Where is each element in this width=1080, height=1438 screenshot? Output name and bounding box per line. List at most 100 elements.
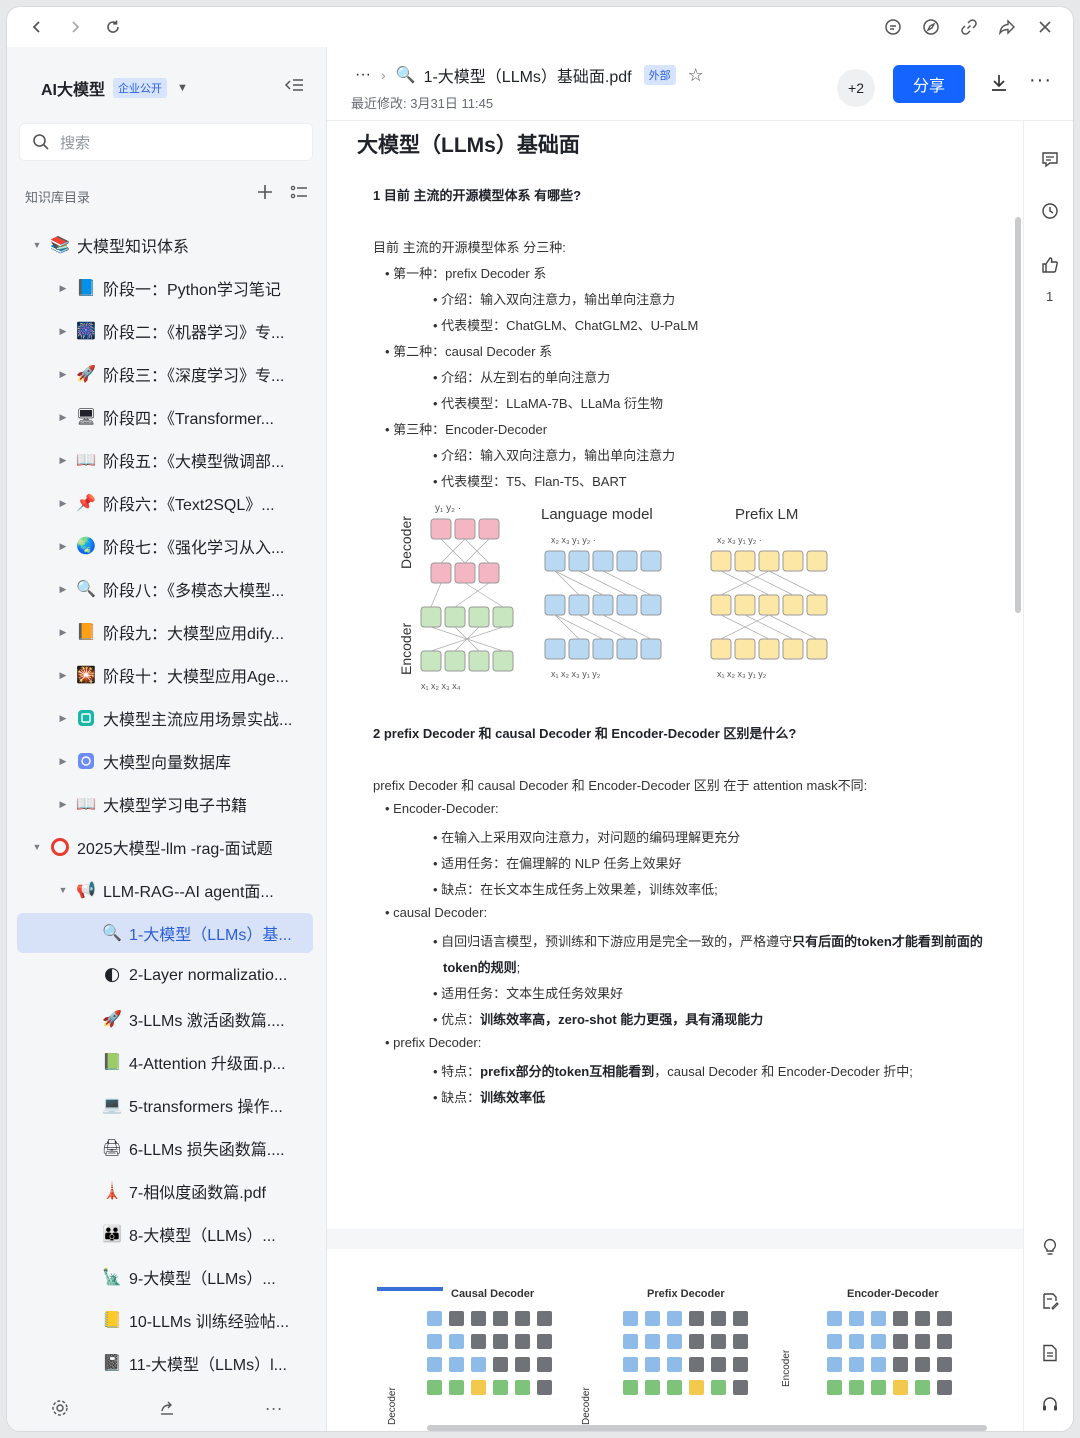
more-icon[interactable]: ··· [265, 1398, 283, 1419]
collapse-sidebar-icon[interactable] [284, 77, 304, 93]
tree-item[interactable]: 🗼 7-相似度函数篇.pdf [17, 1171, 313, 1211]
refresh-icon[interactable] [101, 15, 125, 39]
tree-item[interactable]: ▶ 🖥 阶段四：《Transformer... [17, 397, 313, 437]
back-icon[interactable] [25, 15, 49, 39]
tree-item[interactable]: ▶ 🌏 阶段七：《强化学习从入... [17, 526, 313, 566]
collapsed-arrow-icon[interactable]: ▶ [57, 627, 69, 638]
list-item: • 特点：prefix部分的token互相能看到，causal Decoder … [433, 1061, 913, 1080]
expanded-arrow-icon[interactable]: ▼ [57, 885, 69, 895]
star-icon[interactable]: ☆ [688, 65, 704, 86]
expanded-arrow-icon[interactable]: ▼ [31, 240, 43, 250]
share-button[interactable]: 分享 [893, 65, 965, 103]
text-run: • 特点： [433, 1064, 481, 1079]
collapsed-arrow-icon[interactable]: ▶ [57, 283, 69, 294]
firework-icon: 🎇 [76, 667, 96, 684]
close-icon[interactable] [1033, 15, 1057, 39]
search-placeholder: 搜索 [60, 134, 91, 152]
collapsed-arrow-icon[interactable]: ▶ [57, 326, 69, 337]
bold-run: 训练效率低 [480, 1090, 546, 1105]
tree-item-label: 阶段九：大模型应用dify... [103, 626, 285, 643]
forward-icon[interactable] [63, 15, 87, 39]
mask-cell [689, 1357, 704, 1372]
vertical-scrollbar[interactable] [1015, 217, 1021, 613]
tree-item-active[interactable]: 🔍 1-大模型（LLMs）基... [17, 913, 313, 953]
edit-document-icon[interactable] [1038, 1289, 1062, 1313]
compass-icon[interactable] [919, 15, 943, 39]
document-viewer[interactable]: 大模型（LLMs）基础面 1 目前 主流的开源模型体系 有哪些? 目前 主流的开… [327, 121, 1023, 1431]
share-out-icon[interactable] [158, 1399, 176, 1417]
tree-item-label: 5-transformers 操作... [129, 1099, 283, 1116]
caret-down-icon[interactable]: ▼ [177, 82, 188, 94]
collapsed-arrow-icon[interactable]: ▶ [57, 498, 69, 509]
tree-item[interactable]: ▶ 🎆 阶段二：《机器学习》专... [17, 311, 313, 351]
comment-icon[interactable] [1038, 147, 1062, 171]
list-view-icon[interactable] [290, 183, 308, 201]
lightbulb-icon[interactable] [1038, 1235, 1062, 1259]
fig2-encdec-label: Encoder-Decoder [847, 1288, 939, 1300]
support-headset-icon[interactable] [1038, 1393, 1062, 1417]
collaborators-count[interactable]: +2 [837, 69, 875, 107]
expanded-arrow-icon[interactable]: ▼ [31, 842, 43, 852]
tree-item[interactable]: 🗽 9-大模型（LLMs）... [17, 1257, 313, 1297]
collapsed-arrow-icon[interactable]: ▶ [57, 455, 69, 466]
tree-item-label: LLM-RAG--AI agent面... [103, 884, 274, 901]
collapsed-arrow-icon[interactable]: ▶ [57, 799, 69, 810]
tree-item[interactable]: 📗 4-Attention 升级面.p... [17, 1042, 313, 1082]
globe-icon: 🌏 [76, 538, 96, 555]
tree-item[interactable]: ▶ 🚀 阶段三：《深度学习》专... [17, 354, 313, 394]
forward-share-icon[interactable] [995, 15, 1019, 39]
tree-item[interactable]: 🌓 2-Layer normalizatio... [17, 956, 313, 996]
horizontal-scrollbar[interactable] [427, 1425, 987, 1431]
collapsed-arrow-icon[interactable]: ▶ [57, 584, 69, 595]
search-input[interactable]: 搜索 [19, 123, 313, 161]
svg-text:x₂ x₃ y₁ y₂ ·: x₂ x₃ y₁ y₂ · [551, 535, 596, 545]
tree-item[interactable]: ▼ 2025大模型-llm -rag-面试题 [17, 827, 313, 867]
tree-item[interactable]: 👪 8-大模型（LLMs）... [17, 1214, 313, 1254]
collapsed-arrow-icon[interactable]: ▶ [57, 412, 69, 423]
tree-item[interactable]: ▶ 📖 大模型学习电子书籍 [17, 784, 313, 824]
comment-bubble-icon[interactable] [881, 15, 905, 39]
tree-item[interactable]: ▼ 📚 大模型知识体系 [17, 225, 313, 265]
statue-icon: 🗽 [102, 1269, 122, 1286]
link-icon[interactable] [957, 15, 981, 39]
collapsed-arrow-icon[interactable]: ▶ [57, 541, 69, 552]
tree-item[interactable]: 🚀 3-LLMs 激活函数篇.... [17, 999, 313, 1039]
mask-cell [645, 1380, 660, 1395]
tree-item[interactable]: ▶ 📘 阶段一：Python学习笔记 [17, 268, 313, 308]
tree-item[interactable]: ▶ 大模型主流应用场景实战... [17, 698, 313, 738]
tree-item-label: 阶段七：《强化学习从入... [103, 540, 285, 557]
svg-text:x₁ x₂ x₃ y₁ y₂: x₁ x₂ x₃ y₁ y₂ [717, 669, 767, 679]
settings-icon[interactable] [51, 1399, 69, 1417]
mask-cell [623, 1357, 638, 1372]
download-icon[interactable] [989, 73, 1009, 93]
like-icon[interactable] [1038, 253, 1062, 277]
tree-item[interactable]: ▼ 📢 LLM-RAG--AI agent面... [17, 870, 313, 910]
tree-item[interactable]: 💻 5-transformers 操作... [17, 1085, 313, 1125]
mask-cell [937, 1380, 952, 1395]
collapsed-arrow-icon[interactable]: ▶ [57, 713, 69, 724]
tree-item[interactable]: ▶ 🎇 阶段十：大模型应用Age... [17, 655, 313, 695]
tree-item[interactable]: 🖨 6-LLMs 损失函数篇.... [17, 1128, 313, 1168]
tree-item[interactable]: ▶ 📖 阶段五：《大模型微调部... [17, 440, 313, 480]
document-name[interactable]: 1-大模型（LLMs）基础面.pdf [424, 63, 632, 87]
collapsed-arrow-icon[interactable]: ▶ [57, 369, 69, 380]
tree-item-label: 3-LLMs 激活函数篇.... [129, 1013, 285, 1030]
tree-item[interactable]: 📒 10-LLMs 训练经验帖... [17, 1300, 313, 1340]
tree-item[interactable]: ▶ 大模型向量数据库 [17, 741, 313, 781]
document-info-icon[interactable] [1038, 1341, 1062, 1365]
history-icon[interactable] [1038, 199, 1062, 223]
tree-item[interactable]: ▶ 📙 阶段九：大模型应用dify... [17, 612, 313, 652]
breadcrumb-more[interactable]: ··· [355, 66, 371, 84]
collapsed-arrow-icon[interactable]: ▶ [57, 756, 69, 767]
add-icon[interactable] [256, 183, 274, 201]
orange-book-icon: 📙 [76, 624, 96, 641]
tree-item[interactable]: 📓 11-大模型（LLMs）l... [17, 1343, 313, 1383]
collapsed-arrow-icon[interactable]: ▶ [57, 670, 69, 681]
knowledge-base-header[interactable]: AI大模型 企业公开 ▼ [41, 75, 188, 101]
mask-cell [827, 1334, 842, 1349]
more-options-icon[interactable]: ··· [1029, 69, 1052, 92]
tree-item[interactable]: ▶ 🔍 阶段八：《多模态大模型... [17, 569, 313, 609]
tree-item[interactable]: ▶ 📌 阶段六：《Text2SQL》... [17, 483, 313, 523]
mask-cell [827, 1380, 842, 1395]
mask-cell [493, 1311, 508, 1326]
